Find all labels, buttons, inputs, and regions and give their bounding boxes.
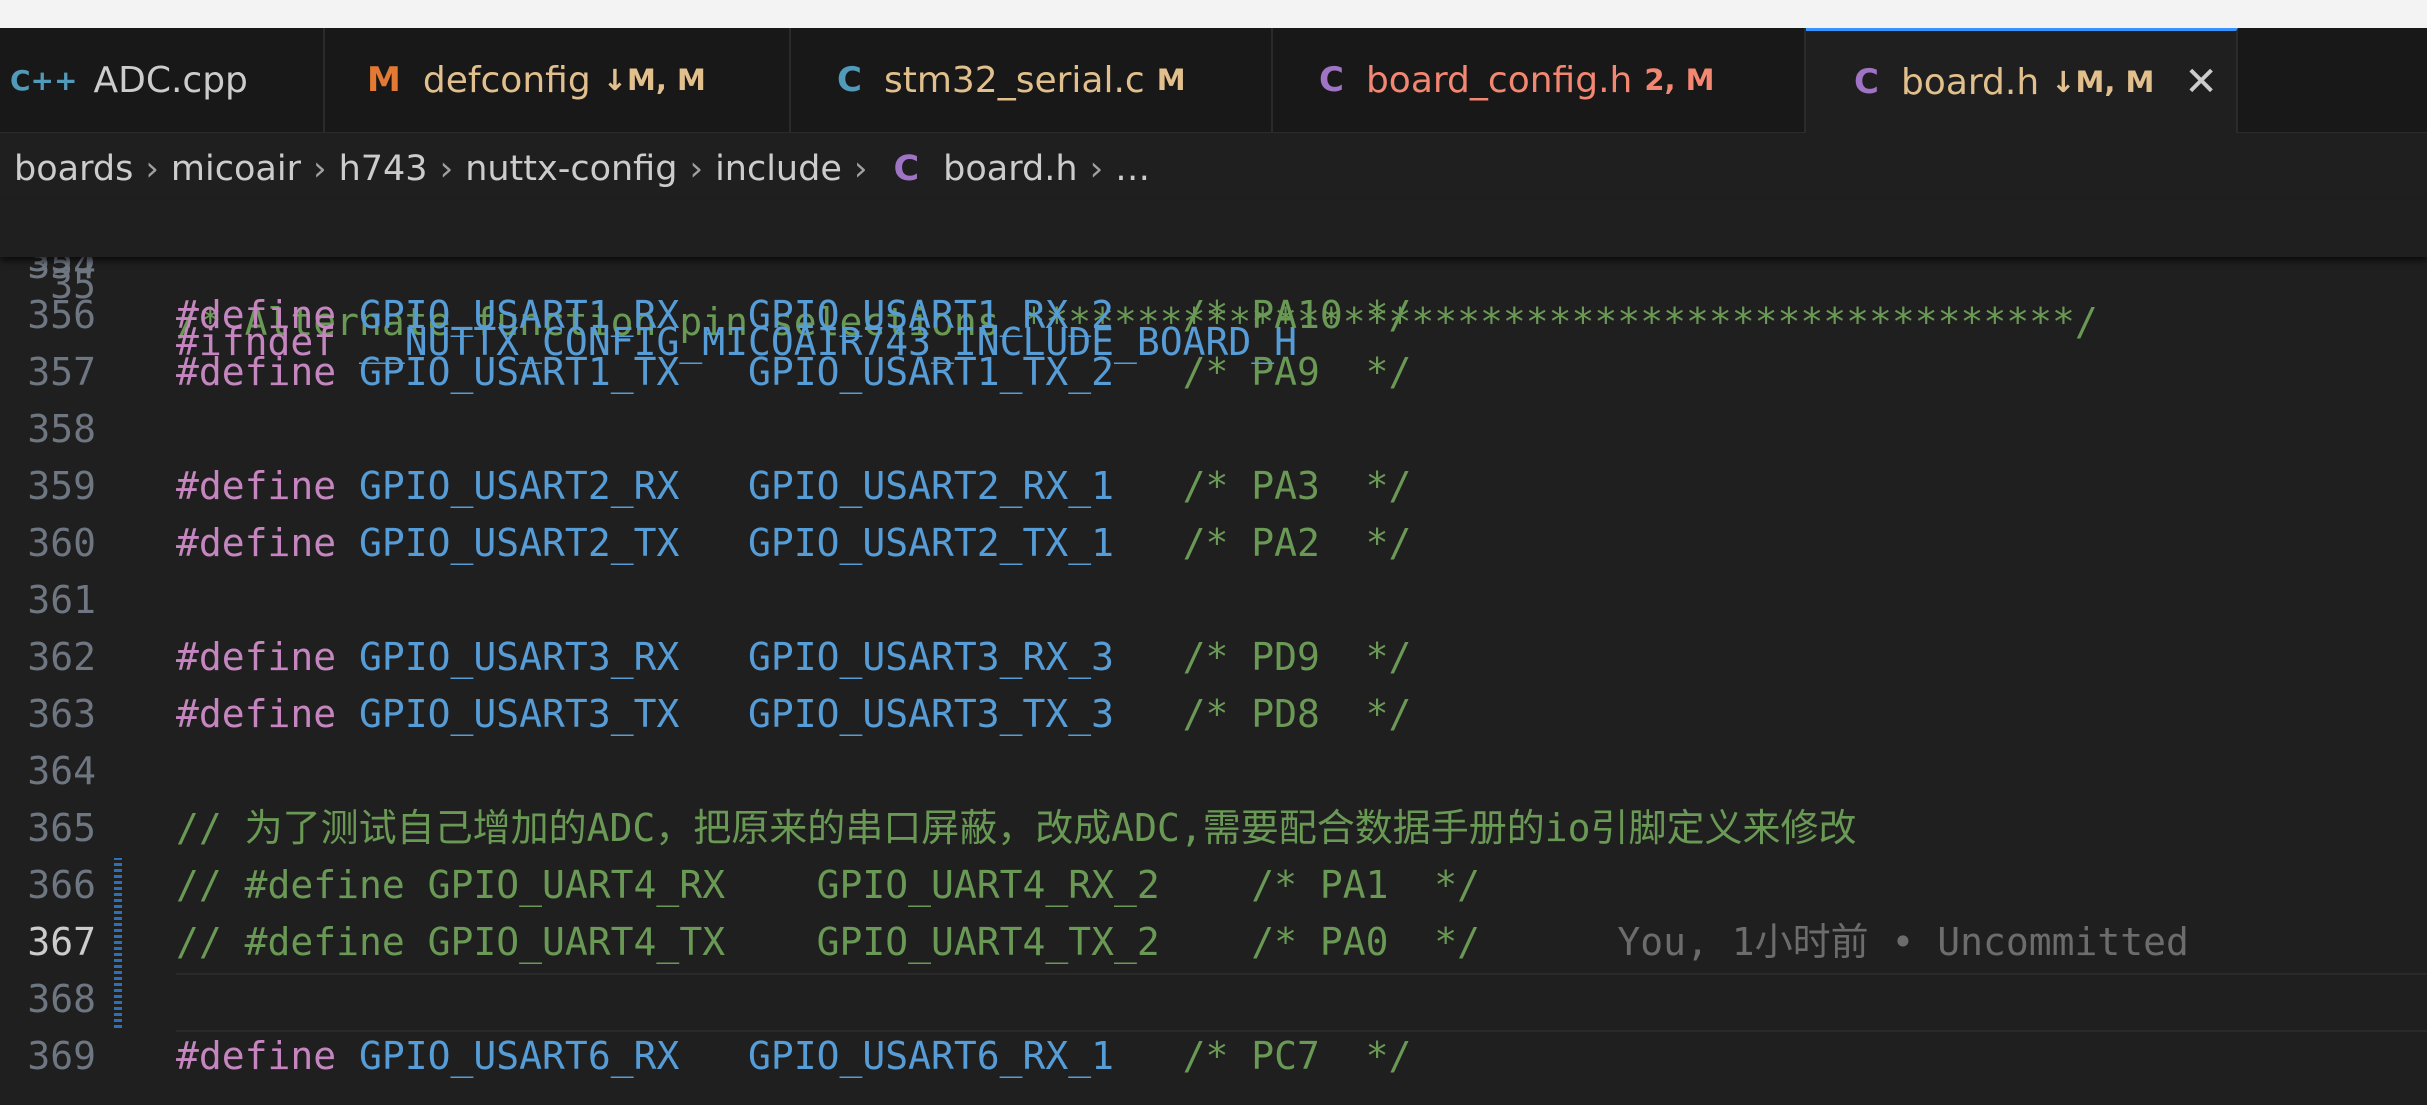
line-number: 367 <box>27 920 96 964</box>
c-header-icon: C <box>1319 60 1344 100</box>
window-top-strip <box>0 0 2427 28</box>
tab-stm32-serial-c[interactable]: C stm32_serial.c M <box>791 28 1273 132</box>
code-line: 359 #define GPIO_USART2_RX GPIO_USART2_RX… <box>0 458 2427 515</box>
breadcrumb-item-boards[interactable]: boards <box>14 149 133 189</box>
breadcrumb-item-h743[interactable]: h743 <box>339 149 428 189</box>
code-text: #ifndef __NUTTX_CONFIG_MICOAIR743_INCLUD… <box>176 320 1298 364</box>
code-line: 365 // 为了测试自己增加的ADC，把原来的串口屏蔽，改成ADC,需要配合数据… <box>0 800 2427 857</box>
sticky-scroll-header[interactable]: 35 #ifndef __NUTTX_CONFIG_MICOAIR743_INC… <box>0 200 2427 364</box>
line-number: 359 <box>27 464 96 508</box>
line-number: 369 <box>27 1034 96 1078</box>
code-line: 360 #define GPIO_USART2_TX GPIO_USART2_TX… <box>0 515 2427 572</box>
code-line: 369 #define GPIO_USART6_RX GPIO_USART6_RX… <box>0 1028 2427 1085</box>
code-line: 362 #define GPIO_USART3_RX GPIO_USART3_RX… <box>0 629 2427 686</box>
tab-board-h[interactable]: C board.h ↓M, M ✕ <box>1806 28 2238 133</box>
line-number: 363 <box>27 692 96 736</box>
code-line: 363 #define GPIO_USART3_TX GPIO_USART3_TX… <box>0 686 2427 743</box>
line-number: 361 <box>27 578 96 622</box>
chevron-right-icon: › <box>312 149 327 189</box>
breadcrumb-item-micoair[interactable]: micoair <box>171 149 301 189</box>
code-text: #define GPIO_USART6_RX GPIO_USART6_RX_1 … <box>176 1034 1412 1078</box>
line-number: 366 <box>27 863 96 907</box>
tab-label: board_config.h <box>1365 59 1633 101</box>
code-line-current: 367 // #define GPIO_UART4_TX GPIO_UART4_T… <box>0 914 2427 971</box>
code-text: #define GPIO_USART2_RX GPIO_USART2_RX_1 … <box>176 464 1412 508</box>
line-number: 360 <box>27 521 96 565</box>
cpp-file-icon: C++ <box>10 63 78 97</box>
code-text: #define GPIO_USART3_TX GPIO_USART3_TX_3 … <box>176 692 1412 736</box>
chevron-right-icon: › <box>439 149 454 189</box>
code-line: 364 <box>0 743 2427 800</box>
git-status-badge: M <box>1156 63 1186 97</box>
chevron-right-icon: › <box>1089 149 1104 189</box>
breadcrumb-item-symbol[interactable]: … <box>1115 149 1150 189</box>
breadcrumb-item-file[interactable]: board.h <box>943 149 1077 189</box>
code-line: 366 // #define GPIO_UART4_RX GPIO_UART4_R… <box>0 857 2427 914</box>
line-number: 362 <box>27 635 96 679</box>
code-text: #define GPIO_USART3_RX GPIO_USART3_RX_3 … <box>176 635 1412 679</box>
breadcrumb: boards › micoair › h743 › nuttx-config ›… <box>0 133 2427 205</box>
c-header-icon: C <box>893 149 920 189</box>
chevron-right-icon: › <box>145 149 159 189</box>
code-comment: // 为了测试自己增加的ADC，把原来的串口屏蔽，改成ADC,需要配合数据手册的… <box>176 806 1857 850</box>
tab-label: ADC.cpp <box>93 59 248 101</box>
problem-status-badge: 2, M <box>1644 63 1715 97</box>
editor-tab-bar: C++ ADC.cpp M defconfig ↓M, M C stm32_se… <box>0 28 2427 133</box>
code-line: 368 <box>0 971 2427 1028</box>
code-line: 358 <box>0 401 2427 458</box>
c-file-icon: C <box>837 60 862 100</box>
code-comment: // #define GPIO_UART4_TX GPIO_UART4_TX_2… <box>176 920 1481 964</box>
git-blame-annotation: You, 1小时前 • Uncommitted <box>1480 920 2189 964</box>
c-header-icon: C <box>1854 62 1879 102</box>
tab-defconfig[interactable]: M defconfig ↓M, M <box>325 28 791 132</box>
line-number: 364 <box>27 749 96 793</box>
line-number: 365 <box>27 806 96 850</box>
tab-adc-cpp[interactable]: C++ ADC.cpp <box>0 28 325 132</box>
breadcrumb-item-include[interactable]: include <box>715 149 842 189</box>
code-comment: // #define GPIO_UART4_RX GPIO_UART4_RX_2… <box>176 863 1481 907</box>
code-text: #define GPIO_USART2_TX GPIO_USART2_TX_1 … <box>176 521 1412 565</box>
close-icon[interactable]: ✕ <box>2184 59 2218 105</box>
tab-label: defconfig <box>422 59 591 101</box>
tab-board-config-h[interactable]: C board_config.h 2, M <box>1273 28 1806 132</box>
git-status-badge: ↓M, M <box>2051 65 2155 99</box>
m-file-icon: M <box>367 60 401 100</box>
line-number: 35 <box>50 263 96 307</box>
line-number: 368 <box>27 977 96 1021</box>
tab-label: stm32_serial.c <box>883 59 1145 101</box>
git-status-badge: ↓M, M <box>602 63 706 97</box>
tab-label: board.h <box>1900 61 2040 103</box>
breadcrumb-item-nuttx-config[interactable]: nuttx-config <box>465 149 677 189</box>
chevron-right-icon: › <box>853 149 868 189</box>
chevron-right-icon: › <box>689 149 704 189</box>
code-line: 361 <box>0 572 2427 629</box>
